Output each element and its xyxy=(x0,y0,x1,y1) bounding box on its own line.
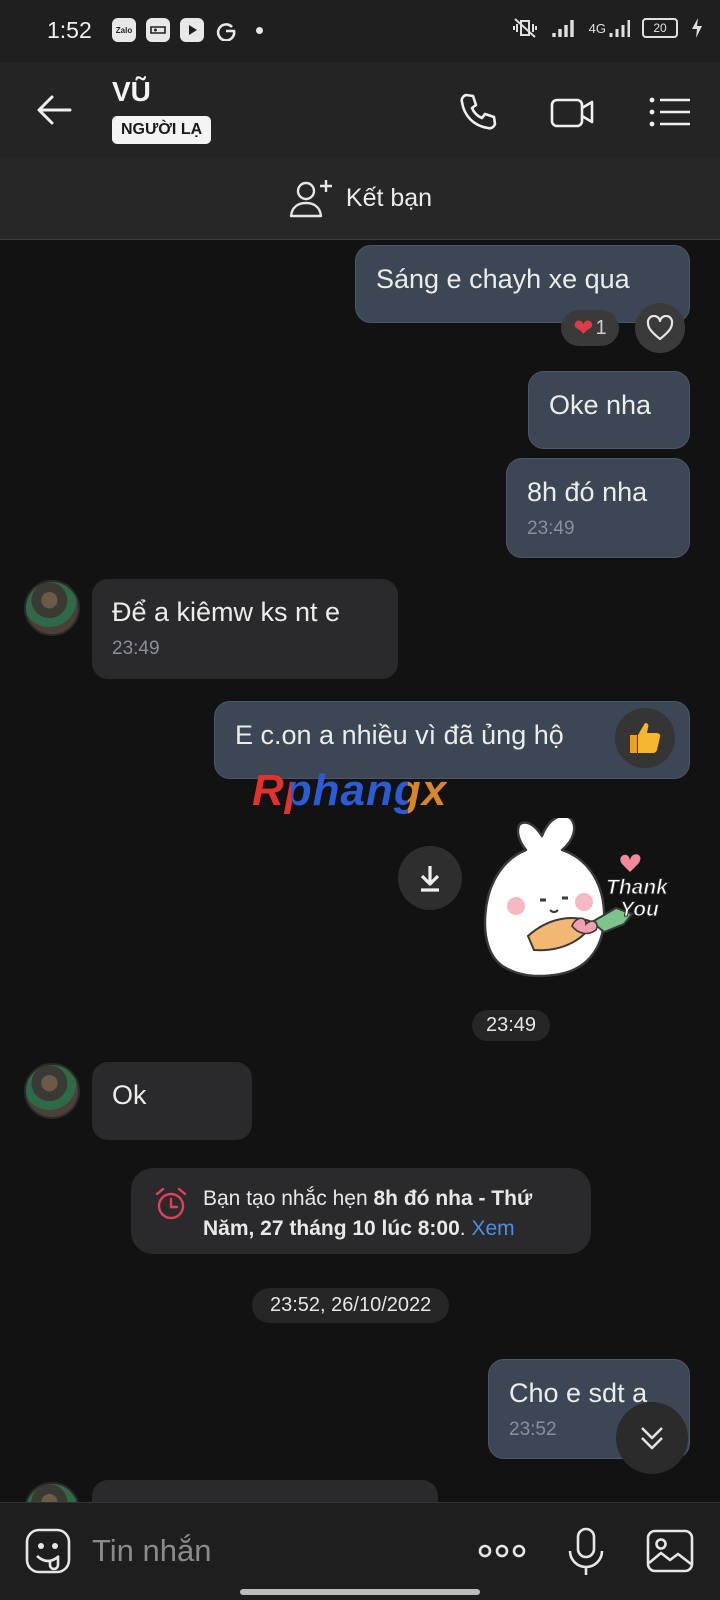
react-button[interactable] xyxy=(635,303,685,353)
game-notification-icon xyxy=(146,18,170,42)
scroll-to-bottom-button[interactable] xyxy=(616,1402,688,1474)
message-text: 8h đó nha xyxy=(527,477,648,507)
phone-call-icon[interactable] xyxy=(454,88,502,136)
contact-avatar[interactable] xyxy=(24,1482,80,1502)
incoming-message[interactable]: Ok xyxy=(92,1062,252,1140)
contact-avatar[interactable] xyxy=(24,580,80,636)
thumbs-up-icon xyxy=(630,723,661,753)
home-indicator[interactable] xyxy=(240,1589,480,1595)
message-list[interactable]: Sáng e chayh xe qua ❤ 1 Oke nha 8h đó nh… xyxy=(0,240,720,1502)
reaction-count: 1 xyxy=(595,316,607,339)
heart-outline-icon xyxy=(646,315,674,341)
contact-name[interactable]: VŨ xyxy=(112,76,151,108)
sticker-caption-you: You xyxy=(620,898,660,922)
add-friend-button[interactable]: Kết bạn xyxy=(0,158,720,240)
date-separator: 23:52, 26/10/2022 xyxy=(252,1288,450,1323)
battery-icon: 20 xyxy=(642,18,678,38)
message-text: Để a kiêmw ks nt e xyxy=(112,597,341,627)
back-arrow-icon[interactable] xyxy=(32,88,76,132)
thank-you-sticker[interactable]: Thank You xyxy=(476,818,686,998)
more-options-icon[interactable] xyxy=(476,1525,528,1577)
network-type: 4G xyxy=(588,20,606,36)
message-input[interactable]: Tin nhắn xyxy=(92,1533,212,1569)
contact-avatar[interactable] xyxy=(24,1063,80,1119)
message-text: Ok xyxy=(112,1080,147,1110)
message-text: Sáng e chayh xe qua xyxy=(376,264,630,294)
status-bar: 1:52 Zalo 4G 20 xyxy=(0,0,720,62)
sticker-time: 23:49 xyxy=(472,1010,551,1041)
google-notification-icon xyxy=(214,18,238,42)
youtube-notification-icon xyxy=(180,18,204,42)
menu-list-icon[interactable] xyxy=(646,88,694,136)
message-input-bar: Tin nhắn xyxy=(0,1502,720,1600)
image-gallery-icon[interactable] xyxy=(644,1525,696,1577)
reminder-view-link[interactable]: Xem xyxy=(471,1217,514,1240)
watermark: Rphangx xyxy=(252,766,448,815)
status-time: 1:52 xyxy=(47,17,92,43)
signal-icon xyxy=(551,20,574,37)
message-time: 23:49 xyxy=(527,518,575,539)
vibrate-icon xyxy=(512,18,537,38)
add-friend-icon xyxy=(289,179,332,217)
signal-2-icon xyxy=(609,20,630,37)
outgoing-message[interactable]: 8h đó nha 23:49 xyxy=(506,458,690,558)
more-notifications-dot-icon xyxy=(256,26,263,34)
reminder-suffix: . xyxy=(459,1217,472,1240)
message-text: Oke nha xyxy=(549,390,652,420)
outgoing-message[interactable]: Oke nha xyxy=(528,371,690,449)
message-text: Cho e sdt a xyxy=(509,1378,648,1408)
download-button[interactable] xyxy=(398,846,462,910)
stranger-badge: NGƯỜI LẠ xyxy=(112,116,212,144)
sticker-caption-thank: Thank xyxy=(606,876,669,900)
reminder-prefix: Bạn tạo nhắc hẹn xyxy=(203,1187,374,1210)
charging-icon xyxy=(692,18,702,38)
message-text: E c.on a nhiều vì đã ủng hộ xyxy=(235,720,564,750)
chat-header: VŨ NGƯỜI LẠ xyxy=(0,62,720,158)
incoming-message[interactable]: Để a kiêmw ks nt e 23:49 xyxy=(92,579,398,679)
message-time: 23:49 xyxy=(112,638,160,659)
notification-icons: Zalo xyxy=(112,18,263,42)
double-chevron-down-icon xyxy=(641,1427,663,1450)
zalo-notification-icon: Zalo xyxy=(112,18,136,42)
like-reaction-button[interactable] xyxy=(615,708,675,768)
sticker-emoji-icon[interactable] xyxy=(22,1525,74,1577)
heart-reaction-icon: ❤ xyxy=(573,314,594,342)
add-friend-label: Kết bạn xyxy=(345,184,433,212)
download-icon xyxy=(420,866,440,892)
video-call-icon[interactable] xyxy=(548,88,596,136)
reminder-notice[interactable]: Bạn tạo nhắc hẹn 8h đó nha - Thứ Năm, 27… xyxy=(131,1168,591,1254)
alarm-clock-icon xyxy=(155,1187,187,1220)
reaction-summary[interactable]: ❤ 1 xyxy=(561,310,619,346)
microphone-icon[interactable] xyxy=(560,1525,612,1577)
system-indicators: 4G 20 xyxy=(511,16,704,40)
incoming-message[interactable] xyxy=(92,1480,438,1502)
